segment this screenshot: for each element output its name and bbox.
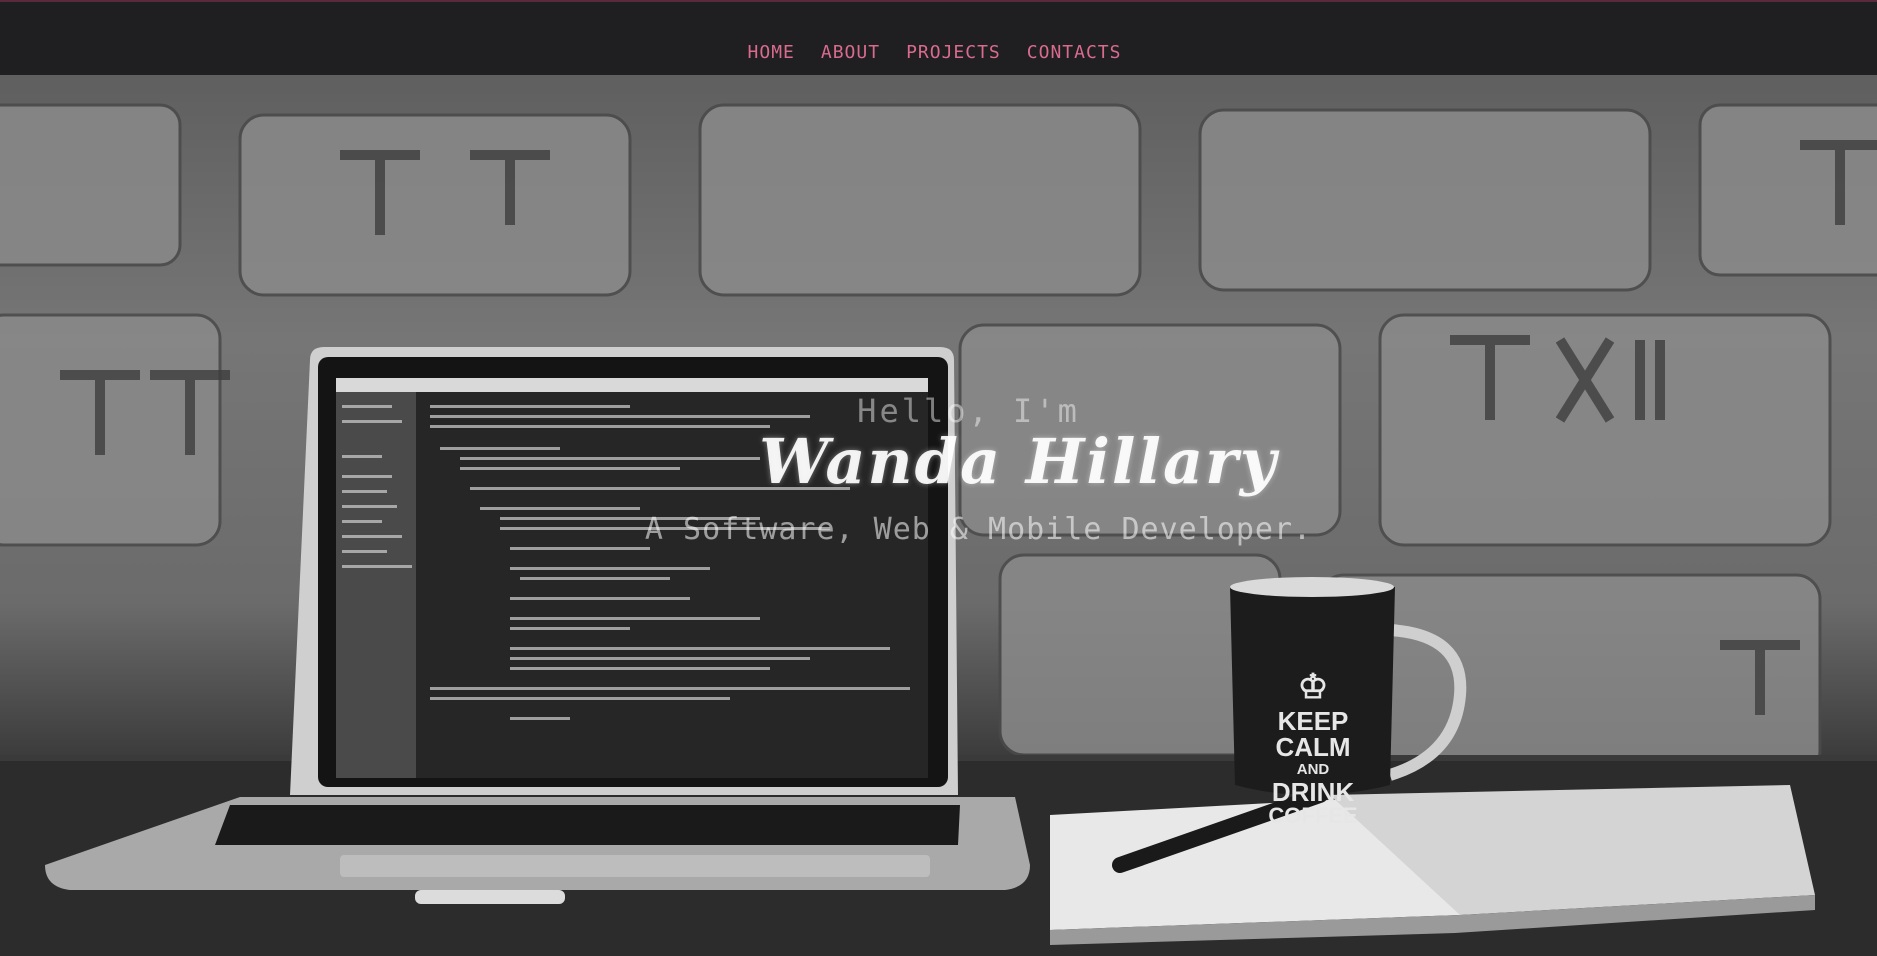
nav-projects-link[interactable]: PROJECTS xyxy=(906,42,1001,63)
nav-home-link[interactable]: HOME xyxy=(748,42,795,63)
mug-crown-icon: ♔ xyxy=(1297,668,1329,706)
mug-text-line: CALM xyxy=(1275,732,1351,762)
nav-contacts-link[interactable]: CONTACTS xyxy=(1027,42,1122,63)
nav-about-link[interactable]: ABOUT xyxy=(821,42,880,63)
hero-name: Wanda Hillary xyxy=(759,425,1278,498)
mug-text-line: DRINK xyxy=(1271,777,1355,807)
mug-text: ♔ KEEP CALM AND DRINK COFFEE xyxy=(1248,670,1378,827)
mug-text-line: KEEP xyxy=(1277,706,1349,736)
top-navbar: HOME ABOUT PROJECTS CONTACTS xyxy=(0,0,1877,75)
hero-section: ♔ KEEP CALM AND DRINK COFFEE Hello, I'm … xyxy=(0,75,1877,956)
main-nav: HOME ABOUT PROJECTS CONTACTS xyxy=(0,42,1873,63)
mug-text-line: AND xyxy=(1296,761,1330,778)
hero-tagline: A Software, Web & Mobile Developer. xyxy=(644,512,1313,547)
mug-text-line: COFFEE xyxy=(1268,803,1358,828)
